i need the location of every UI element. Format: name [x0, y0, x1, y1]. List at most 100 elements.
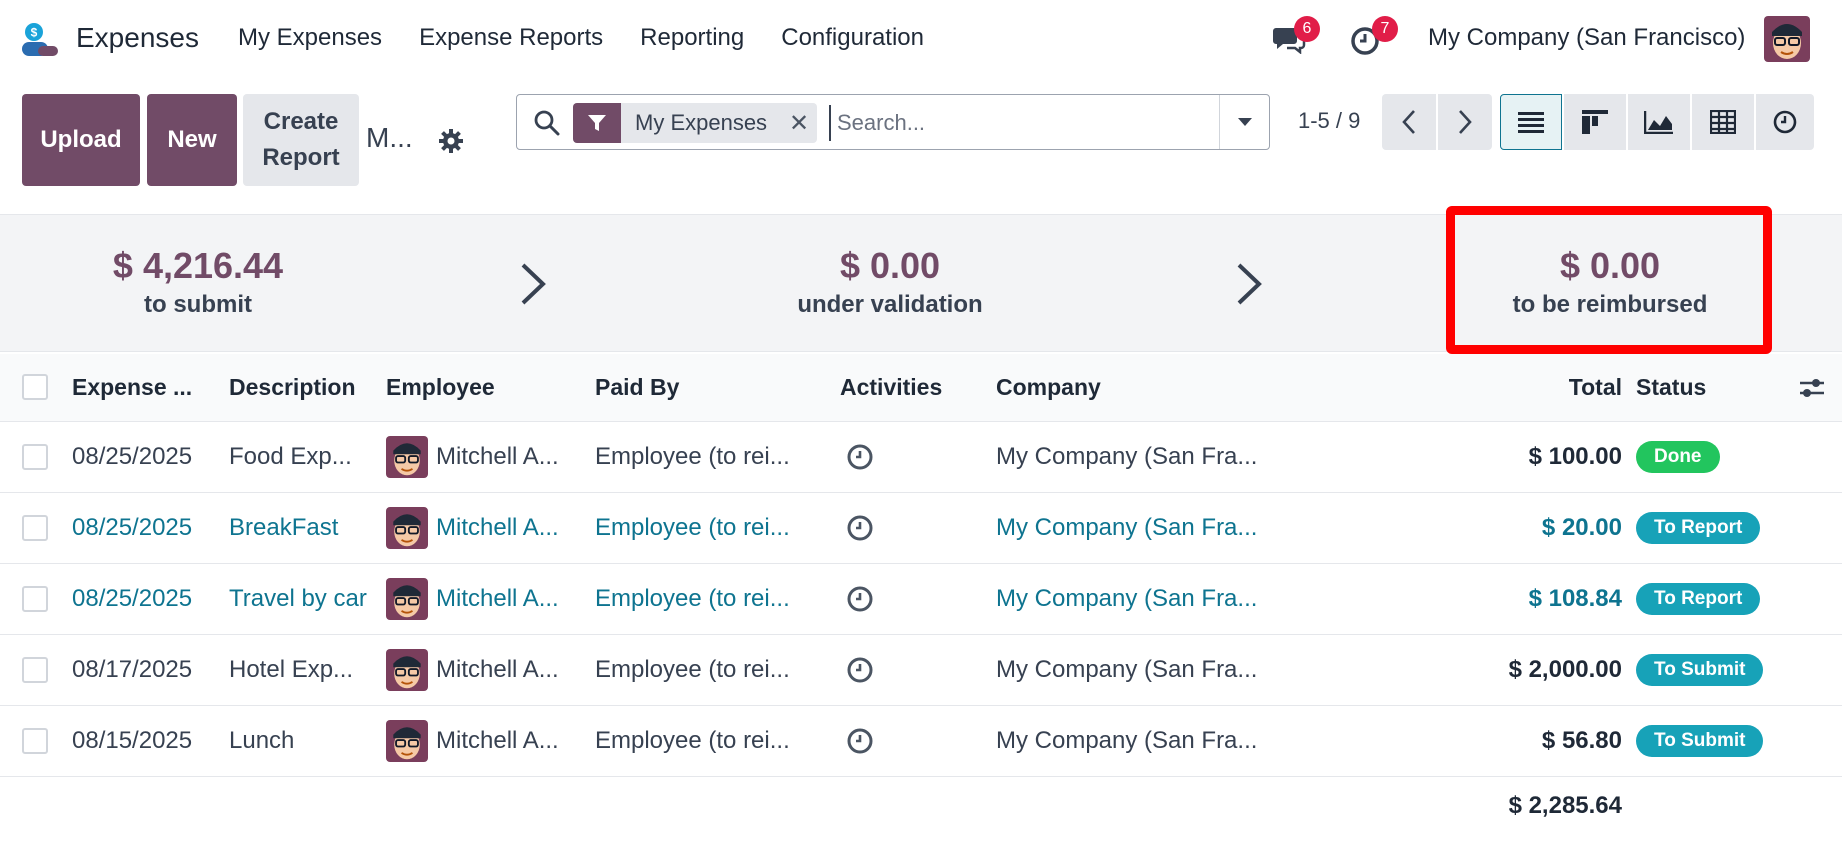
app-name[interactable]: Expenses	[76, 22, 199, 54]
header-activities[interactable]: Activities	[840, 354, 980, 421]
new-button[interactable]: New	[147, 94, 237, 186]
activity-view-button[interactable]	[1756, 94, 1814, 150]
kanban-view-button[interactable]	[1564, 94, 1626, 150]
cell-activity[interactable]	[846, 422, 886, 492]
table-row[interactable]: 08/25/2025 BreakFast Mitchell A... Employee…	[0, 493, 1842, 564]
cell-date[interactable]: 08/25/2025	[72, 493, 222, 563]
upload-button[interactable]: Upload	[22, 94, 140, 186]
header-company[interactable]: Company	[996, 354, 1296, 421]
cell-total[interactable]: $ 108.84	[1420, 564, 1622, 634]
cell-paid-by[interactable]: Employee (to rei...	[595, 493, 815, 563]
company-switcher[interactable]: My Company (San Francisco)	[1428, 24, 1745, 52]
cell-total[interactable]: $ 56.80	[1420, 706, 1622, 776]
cell-employee[interactable]: Mitchell A...	[386, 422, 586, 492]
cell-paid-by[interactable]: Employee (to rei...	[595, 706, 815, 776]
stat-to-submit[interactable]: $ 4,216.44 to submit	[78, 245, 318, 319]
cell-description[interactable]: Food Exp...	[229, 422, 379, 492]
employee-avatar[interactable]	[386, 436, 428, 478]
cell-company[interactable]: My Company (San Fra...	[996, 493, 1286, 563]
cell-date[interactable]: 08/17/2025	[72, 635, 222, 705]
pivot-view-button[interactable]	[1692, 94, 1754, 150]
employee-avatar[interactable]	[386, 507, 428, 549]
cell-activity[interactable]	[846, 635, 886, 705]
header-paid-by[interactable]: Paid By	[595, 354, 795, 421]
graph-view-button[interactable]	[1628, 94, 1690, 150]
cell-paid-by[interactable]: Employee (to rei...	[595, 564, 815, 634]
user-avatar[interactable]	[1764, 16, 1810, 62]
cell-description[interactable]: BreakFast	[229, 493, 379, 563]
header-status[interactable]: Status	[1636, 354, 1756, 421]
row-checkbox[interactable]	[22, 728, 48, 754]
cell-company[interactable]: My Company (San Fra...	[996, 422, 1286, 492]
cell-activity[interactable]	[846, 493, 886, 563]
status-badge: To Submit	[1636, 654, 1764, 686]
row-checkbox[interactable]	[22, 586, 48, 612]
cell-paid-by[interactable]: Employee (to rei...	[595, 635, 815, 705]
cell-employee[interactable]: Mitchell A...	[386, 706, 586, 776]
select-all-checkbox[interactable]	[22, 374, 48, 400]
cell-date[interactable]: 08/15/2025	[72, 706, 222, 776]
activity-clock-icon	[847, 728, 873, 754]
cell-total[interactable]: $ 100.00	[1420, 422, 1622, 492]
highlight-box	[1446, 206, 1772, 354]
cell-company[interactable]: My Company (San Fra...	[996, 706, 1286, 776]
cell-date[interactable]: 08/25/2025	[72, 564, 222, 634]
menu-expense-reports[interactable]: Expense Reports	[419, 24, 603, 52]
header-employee[interactable]: Employee	[386, 354, 566, 421]
cell-status[interactable]: To Report	[1636, 564, 1796, 634]
cell-date[interactable]: 08/25/2025	[72, 422, 222, 492]
menu-configuration[interactable]: Configuration	[781, 24, 924, 52]
employee-avatar-icon	[386, 436, 428, 478]
table-row[interactable]: 08/25/2025 Travel by car Mitchell A... Empl…	[0, 564, 1842, 635]
cell-description[interactable]: Hotel Exp...	[229, 635, 379, 705]
cell-description[interactable]: Travel by car	[229, 564, 379, 634]
breadcrumb[interactable]: M...	[366, 122, 413, 154]
menu-reporting[interactable]: Reporting	[640, 24, 744, 52]
close-icon[interactable]: ✕	[781, 103, 817, 143]
search-options-toggle[interactable]	[1219, 95, 1269, 149]
stat-under-validation[interactable]: $ 0.00 under validation	[760, 245, 1020, 319]
cell-total[interactable]: $ 20.00	[1420, 493, 1622, 563]
employee-avatar[interactable]	[386, 578, 428, 620]
cell-status[interactable]: Done	[1636, 422, 1796, 492]
messages-button[interactable]: 6	[1272, 16, 1320, 58]
cell-company[interactable]: My Company (San Fra...	[996, 635, 1286, 705]
cell-total[interactable]: $ 2,000.00	[1420, 635, 1622, 705]
list-view-button[interactable]	[1500, 94, 1562, 150]
kanban-view-icon	[1582, 110, 1608, 134]
chevron-right-icon	[521, 263, 546, 305]
row-checkbox[interactable]	[22, 444, 48, 470]
header-expense-date[interactable]: Expense ...	[72, 354, 212, 421]
activities-button[interactable]: 7	[1350, 16, 1398, 58]
search-input[interactable]	[829, 105, 1229, 141]
create-report-button[interactable]: Create Report	[243, 94, 359, 186]
cell-description[interactable]: Lunch	[229, 706, 379, 776]
cell-employee[interactable]: Mitchell A...	[386, 564, 586, 634]
gear-icon[interactable]	[438, 128, 464, 154]
optional-columns-icon[interactable]	[1798, 374, 1826, 402]
cell-company[interactable]: My Company (San Fra...	[996, 564, 1286, 634]
cell-status[interactable]: To Report	[1636, 493, 1796, 563]
header-total[interactable]: Total	[1420, 354, 1622, 421]
header-description[interactable]: Description	[229, 354, 369, 421]
table-row[interactable]: 08/17/2025 Hotel Exp... Mitchell A... Emplo…	[0, 635, 1842, 706]
pager-next-button[interactable]	[1438, 94, 1492, 150]
cell-status[interactable]: To Submit	[1636, 706, 1796, 776]
cell-status[interactable]: To Submit	[1636, 635, 1796, 705]
pager-value[interactable]: 1-5 / 9	[1298, 108, 1360, 134]
cell-employee[interactable]: Mitchell A...	[386, 635, 586, 705]
table-row[interactable]: 08/15/2025 Lunch Mitchell A... Employee (to…	[0, 706, 1842, 777]
cell-employee[interactable]: Mitchell A...	[386, 493, 586, 563]
expenses-app-icon[interactable]: $	[20, 20, 60, 60]
menu-my-expenses[interactable]: My Expenses	[238, 24, 382, 52]
row-checkbox[interactable]	[22, 657, 48, 683]
row-checkbox[interactable]	[22, 515, 48, 541]
cell-activity[interactable]	[846, 564, 886, 634]
cell-paid-by[interactable]: Employee (to rei...	[595, 422, 815, 492]
cell-activity[interactable]	[846, 706, 886, 776]
search-icon[interactable]	[533, 109, 561, 137]
employee-avatar[interactable]	[386, 649, 428, 691]
table-row[interactable]: 08/25/2025 Food Exp... Mitchell A... Employ…	[0, 422, 1842, 493]
employee-avatar[interactable]	[386, 720, 428, 762]
pager-previous-button[interactable]	[1382, 94, 1436, 150]
